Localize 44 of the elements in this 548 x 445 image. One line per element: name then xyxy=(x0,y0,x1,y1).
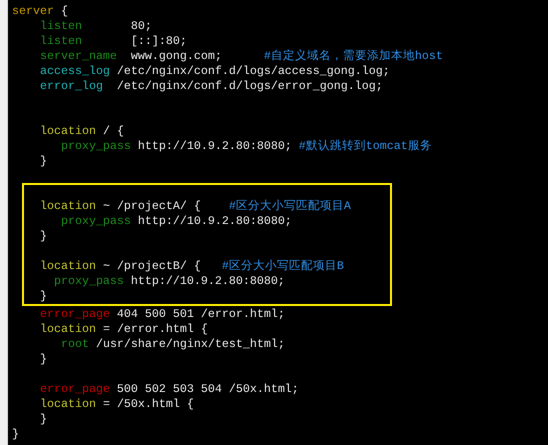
code-comment: #自定义域名，需要添加本地host xyxy=(262,49,443,63)
code-keyword: root xyxy=(60,337,89,351)
code-comment: #区分大小写匹配项目A xyxy=(228,199,351,213)
code-text: [::]:80; xyxy=(130,34,187,48)
code-text: } xyxy=(38,229,47,243)
code-text: = /error.html { xyxy=(102,322,208,336)
code-text: { xyxy=(60,4,68,18)
code-text: http://10.9.2.80:8080; xyxy=(130,274,285,288)
code-keyword: error_page xyxy=(38,382,110,396)
code-keyword: server xyxy=(12,4,54,18)
code-text: / { xyxy=(102,124,124,138)
code-text: } xyxy=(12,427,19,441)
code-keyword: location xyxy=(38,259,96,273)
code-keyword: location xyxy=(38,397,96,411)
code-keyword: proxy_pass xyxy=(52,274,124,288)
code-text: http://10.9.2.80:8080; xyxy=(136,214,292,228)
code-text: 80; xyxy=(130,19,152,33)
code-keyword: error_log xyxy=(38,79,103,93)
code-text: 404 500 501 /error.html; xyxy=(116,307,285,321)
code-text: /usr/share/nginx/test_html; xyxy=(94,337,285,351)
code-text: http://10.9.2.80:8080; xyxy=(136,139,292,153)
code-keyword: location xyxy=(38,124,96,138)
code-text: } xyxy=(38,154,47,168)
code-text: } xyxy=(38,289,47,303)
code-text: 500 502 503 504 /50x.html; xyxy=(116,382,299,396)
code-comment: #区分大小写匹配项目B xyxy=(220,259,344,273)
code-keyword: location xyxy=(38,322,96,336)
code-text: } xyxy=(38,412,47,426)
code-keyword: proxy_pass xyxy=(60,214,131,228)
code-keyword: access_log xyxy=(38,64,110,78)
code-text: /etc/nginx/conf.d/logs/error_gong.log; xyxy=(116,79,383,93)
code-text: www.gong.com; xyxy=(130,49,222,63)
code-keyword: server_name xyxy=(38,49,117,63)
code-text: } xyxy=(38,352,47,366)
code-keyword: error_page xyxy=(38,307,110,321)
code-text: /etc/nginx/conf.d/logs/access_gong.log; xyxy=(116,64,390,78)
code-text: ~ /projectB/ { xyxy=(102,259,201,273)
code-keyword: listen xyxy=(38,34,82,48)
code-keyword: proxy_pass xyxy=(60,139,131,153)
code-text: = /50x.html { xyxy=(102,397,194,411)
code-keyword: listen xyxy=(38,19,82,33)
code-keyword: location xyxy=(38,199,96,213)
code-comment: #默认跳转到tomcat服务 xyxy=(298,139,432,153)
code-text: ~ /projectA/ { xyxy=(102,199,201,213)
